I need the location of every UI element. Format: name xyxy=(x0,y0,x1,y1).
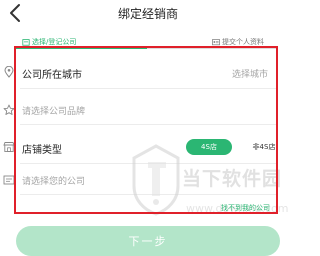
store-type-non4s-button[interactable]: 非4S店 xyxy=(241,139,287,155)
watermark-logo-icon xyxy=(132,144,180,216)
row-divider xyxy=(20,88,276,89)
city-label: 公司所在城市 xyxy=(22,70,82,81)
row-divider xyxy=(20,194,276,195)
store-type-label: 店铺类型 xyxy=(22,145,62,156)
step-label: 提交个人资料 xyxy=(222,38,264,46)
step-submit-profile: 提交个人资料 xyxy=(212,37,264,47)
location-pin-icon xyxy=(4,66,14,78)
star-icon xyxy=(3,104,15,115)
id-card-icon xyxy=(212,39,220,46)
page-title: 绑定经销商 xyxy=(117,7,178,21)
company-not-found-link[interactable]: 找不到我的公司 xyxy=(221,203,270,213)
row-divider xyxy=(20,163,276,164)
row-divider xyxy=(20,124,276,125)
company-select[interactable]: 请选择您的公司 xyxy=(22,174,85,187)
step-indicator: 选择/登记公司 提交个人资料 xyxy=(0,34,296,48)
city-select[interactable]: 选择城市 xyxy=(232,67,268,80)
step-select-company: 选择/登记公司 xyxy=(22,37,76,47)
top-bar: 绑定经销商 xyxy=(0,0,296,28)
company-card-icon xyxy=(3,175,15,185)
step-progress-bar xyxy=(16,47,278,49)
brand-select[interactable]: 请选择公司品牌 xyxy=(22,104,85,117)
step-label: 选择/登记公司 xyxy=(32,38,77,46)
next-step-button[interactable]: 下一步 xyxy=(16,226,280,256)
store-type-4s-button[interactable]: 4S店 xyxy=(186,139,232,155)
building-icon xyxy=(22,39,30,46)
storefront-icon xyxy=(3,142,15,152)
step-progress-fill xyxy=(16,47,147,49)
watermark-brand-cn: 当下软件园 xyxy=(182,168,283,190)
